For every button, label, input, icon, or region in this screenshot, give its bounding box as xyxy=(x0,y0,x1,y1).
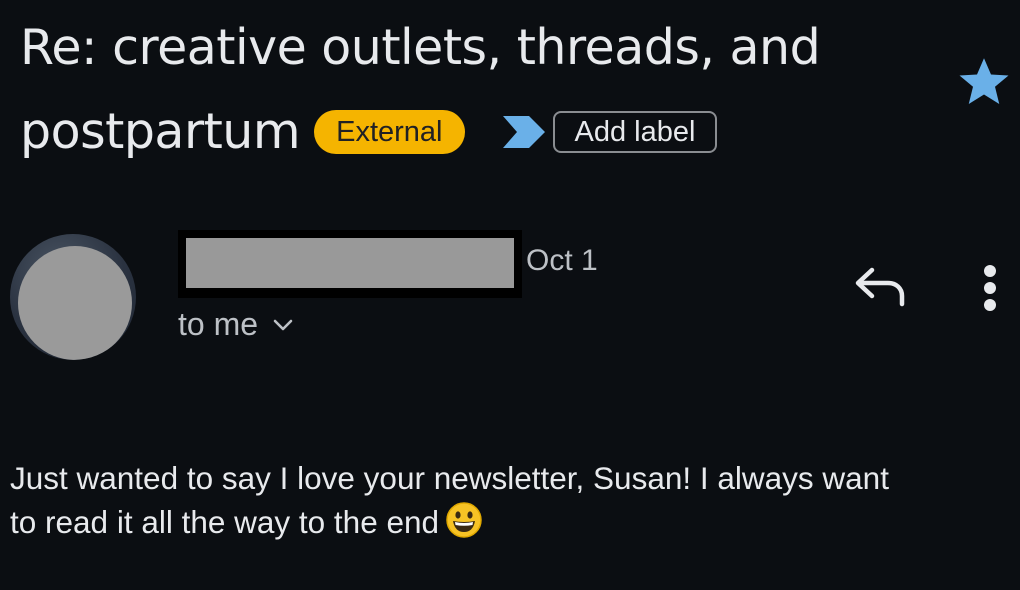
chevron-down-icon xyxy=(272,318,294,332)
external-badge: External xyxy=(314,110,465,154)
recipient-details-toggle[interactable]: to me xyxy=(178,306,294,343)
add-label-button[interactable]: Add label xyxy=(552,111,718,153)
subject-line-2-row: postpartum External Add label xyxy=(20,90,950,174)
more-vert-icon[interactable] xyxy=(976,262,1004,312)
body-line-1: Just wanted to say I love your newslette… xyxy=(10,460,889,496)
avatar-redaction xyxy=(18,246,132,360)
email-body: Just wanted to say I love your newslette… xyxy=(10,456,1015,550)
reply-icon[interactable] xyxy=(852,264,908,310)
subject-line-2: postpartum xyxy=(20,103,301,160)
grinning-face-emoji xyxy=(445,501,483,550)
label-chevron-icon[interactable] xyxy=(501,114,547,150)
subject-line-1: Re: creative outlets, threads, and xyxy=(20,19,821,76)
star-icon[interactable] xyxy=(954,52,1014,112)
sender-name-redacted xyxy=(178,230,522,298)
body-line-2-row: to read it all the way to the end xyxy=(10,500,1015,550)
body-line-2: to read it all the way to the end xyxy=(10,504,440,540)
sender-avatar[interactable] xyxy=(10,234,136,360)
email-subject: Re: creative outlets, threads, and postp… xyxy=(20,6,950,174)
email-date: Oct 1 xyxy=(526,244,598,277)
recipient-label: to me xyxy=(178,306,259,342)
